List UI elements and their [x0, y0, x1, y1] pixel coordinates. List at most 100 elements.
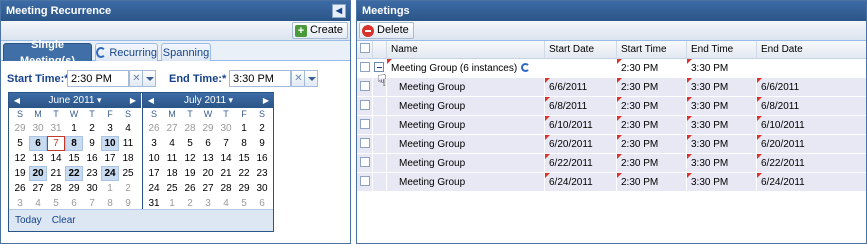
row-checkbox[interactable] — [360, 119, 370, 130]
calendar-day[interactable]: 20 — [199, 166, 217, 181]
table-row[interactable]: Meeting Group 6/6/2011 2:30 PM 3:30 PM 6/6/2… — [357, 78, 866, 97]
calendar-day[interactable]: 14 — [217, 151, 235, 166]
start-time-cell[interactable]: 2:30 PM — [617, 78, 687, 97]
calendar-day[interactable]: 9 — [83, 136, 101, 151]
calendar-day[interactable]: 13 — [29, 151, 47, 166]
table-row[interactable]: Meeting Group 6/10/2011 2:30 PM 3:30 PM 6/10… — [357, 116, 866, 135]
calendar-day[interactable]: 11 — [119, 136, 137, 151]
calendar-day[interactable]: 28 — [217, 181, 235, 196]
calendar-day[interactable]: 1 — [65, 121, 83, 136]
delete-button[interactable]: Delete — [359, 22, 414, 39]
table-row[interactable]: Meeting Group 6/20/2011 2:30 PM 3:30 PM 6/20… — [357, 135, 866, 154]
col-start-time[interactable]: Start Time — [617, 41, 687, 59]
name-cell[interactable]: Meeting Group — [387, 116, 545, 135]
calendar-day[interactable]: 27 — [29, 181, 47, 196]
calendar-day[interactable]: 26 — [11, 181, 29, 196]
table-row[interactable]: Meeting Group 6/8/2011 2:30 PM 3:30 PM 6/8/2… — [357, 97, 866, 116]
next-month-icon[interactable]: ▶ — [127, 93, 139, 108]
calendar-day[interactable]: 27 — [199, 181, 217, 196]
calendar-day[interactable]: 2 — [83, 121, 101, 136]
calendar-day[interactable]: 25 — [163, 181, 181, 196]
start-time-dropdown-icon[interactable] — [142, 70, 156, 87]
calendar-day[interactable]: 16 — [253, 151, 271, 166]
end-time-cell[interactable]: 3:30 PM — [687, 78, 757, 97]
table-row[interactable]: Meeting Group 6/24/2011 2:30 PM 3:30 PM 6/24… — [357, 173, 866, 192]
calendar-day[interactable]: 30 — [83, 181, 101, 196]
calendar-day[interactable]: 26 — [181, 181, 199, 196]
calendar-day[interactable]: 30 — [253, 181, 271, 196]
start-time-cell[interactable]: 2:30 PM — [617, 135, 687, 154]
calendar-day[interactable]: 23 — [253, 166, 271, 181]
calendar-day[interactable]: 28 — [181, 121, 199, 136]
end-time-cell[interactable]: 3:30 PM — [687, 97, 757, 116]
end-date-cell[interactable]: 6/8/2011 — [757, 97, 846, 116]
end-time-cell[interactable]: 3:30 PM — [687, 116, 757, 135]
start-date-cell[interactable]: 6/22/2011 — [545, 154, 617, 173]
calendar-day[interactable]: 17 — [101, 151, 119, 166]
calendar-day[interactable]: 21 — [47, 166, 65, 181]
col-name[interactable]: Name — [387, 41, 545, 59]
calendar-day[interactable]: 2 — [253, 121, 271, 136]
calendar-day[interactable]: 29 — [235, 181, 253, 196]
calendar-day[interactable]: 12 — [11, 151, 29, 166]
calendar-day[interactable]: 7 — [217, 136, 235, 151]
prev-month-icon[interactable]: ◀ — [11, 93, 23, 108]
calendar-day[interactable]: 28 — [47, 181, 65, 196]
calendar-day[interactable]: 29 — [65, 181, 83, 196]
start-time-cell[interactable]: 2:30 PM — [617, 97, 687, 116]
calendar-day[interactable]: 24 — [145, 181, 163, 196]
start-time-cell[interactable]: 2:30 PM — [617, 154, 687, 173]
calendar-day[interactable]: 10 — [101, 136, 119, 151]
calendar-day[interactable]: 1 — [101, 181, 119, 196]
calendar-day[interactable]: 17 — [145, 166, 163, 181]
prev-month-icon[interactable]: ◀ — [145, 93, 157, 108]
select-all-checkbox[interactable] — [360, 43, 370, 54]
name-cell[interactable]: Meeting Group — [387, 173, 545, 192]
row-checkbox[interactable] — [360, 100, 370, 111]
calendar-day[interactable]: 13 — [199, 151, 217, 166]
row-checkbox[interactable] — [360, 138, 370, 149]
tab-spanning[interactable]: Spanning — [161, 43, 211, 61]
calendar-day[interactable]: 1 — [235, 121, 253, 136]
row-checkbox[interactable] — [360, 157, 370, 168]
calendar-day[interactable]: 5 — [181, 136, 199, 151]
start-time-cell[interactable]: 2:30 PM — [617, 116, 687, 135]
calendar-day[interactable]: 10 — [145, 151, 163, 166]
calendar-day[interactable]: 4 — [119, 121, 137, 136]
end-date-cell[interactable]: 6/20/2011 — [757, 135, 846, 154]
next-month-icon[interactable]: ▶ — [260, 93, 272, 108]
calendar-day[interactable]: 6 — [199, 136, 217, 151]
clear-link[interactable]: Clear — [52, 215, 76, 226]
end-time-dropdown-icon[interactable] — [304, 70, 318, 87]
group-start-time[interactable]: 2:30 PM — [617, 59, 687, 78]
month-title[interactable]: July 2011 — [184, 95, 233, 106]
calendar-day[interactable]: 24 — [101, 166, 119, 181]
calendar-day[interactable]: 15 — [235, 151, 253, 166]
tab-recurring[interactable]: Recurring — [95, 43, 158, 61]
calendar-day[interactable]: 4 — [163, 136, 181, 151]
start-date-cell[interactable]: 6/24/2011 — [545, 173, 617, 192]
calendar-day[interactable]: 22 — [65, 166, 83, 181]
calendar-day[interactable]: 30 — [29, 121, 47, 136]
end-date-cell[interactable]: 6/24/2011 — [757, 173, 846, 192]
calendar-day[interactable]: 21 — [217, 166, 235, 181]
calendar-day[interactable]: 18 — [163, 166, 181, 181]
table-row[interactable]: Meeting Group 6/22/2011 2:30 PM 3:30 PM 6/22… — [357, 154, 866, 173]
row-checkbox[interactable] — [360, 81, 370, 92]
calendar-day[interactable]: 12 — [181, 151, 199, 166]
name-cell[interactable]: Meeting Group — [387, 97, 545, 116]
today-link[interactable]: Today — [15, 215, 42, 226]
col-end-date[interactable]: End Date — [757, 41, 846, 59]
calendar-day[interactable]: 19 — [11, 166, 29, 181]
tab-single-meetings[interactable]: Single Meeting(s) — [3, 39, 92, 67]
start-date-cell[interactable]: 6/6/2011 — [545, 78, 617, 97]
calendar-day[interactable]: 30 — [217, 121, 235, 136]
calendar-day[interactable]: 23 — [83, 166, 101, 181]
calendar-day[interactable]: 3 — [101, 121, 119, 136]
calendar-day[interactable]: 3 — [145, 136, 163, 151]
end-time-input[interactable] — [229, 70, 291, 87]
name-cell[interactable]: Meeting Group — [387, 78, 545, 97]
calendar-day[interactable]: 8 — [65, 136, 83, 151]
calendar-day[interactable]: 29 — [11, 121, 29, 136]
group-end-time[interactable]: 3:30 PM — [687, 59, 757, 78]
